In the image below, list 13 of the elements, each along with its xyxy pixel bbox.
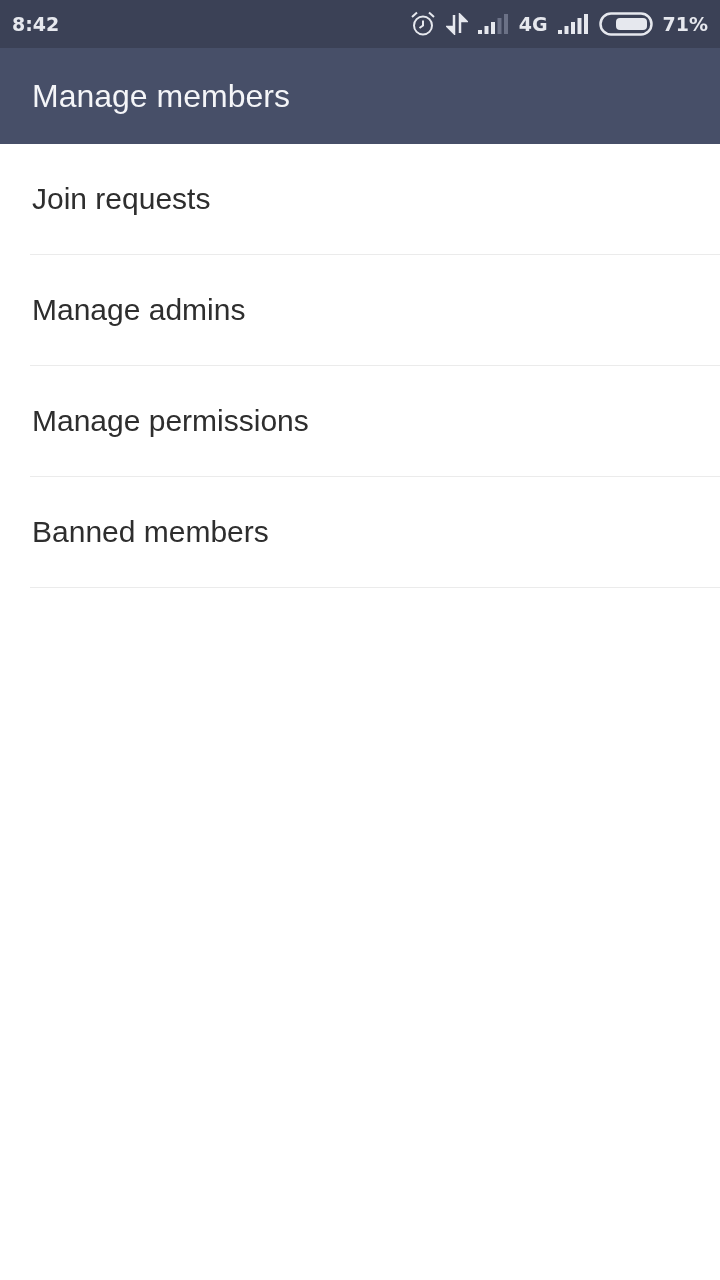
menu-item[interactable]: Banned members: [30, 477, 720, 588]
battery-percent: 71%: [662, 13, 708, 35]
menu-item[interactable]: Manage admins: [30, 255, 720, 366]
battery-icon: [598, 12, 653, 36]
status-time: 8:42: [12, 13, 60, 35]
screen-title: Manage members: [32, 77, 290, 115]
data-arrows-icon: [445, 13, 468, 35]
network-type: 4G: [518, 13, 548, 35]
signal-icon: [557, 14, 589, 34]
alarm-clock-icon: [409, 11, 436, 37]
menu-item[interactable]: Manage permissions: [30, 366, 720, 477]
signal-icon: [477, 14, 509, 34]
menu-item[interactable]: Join requests: [30, 144, 720, 255]
